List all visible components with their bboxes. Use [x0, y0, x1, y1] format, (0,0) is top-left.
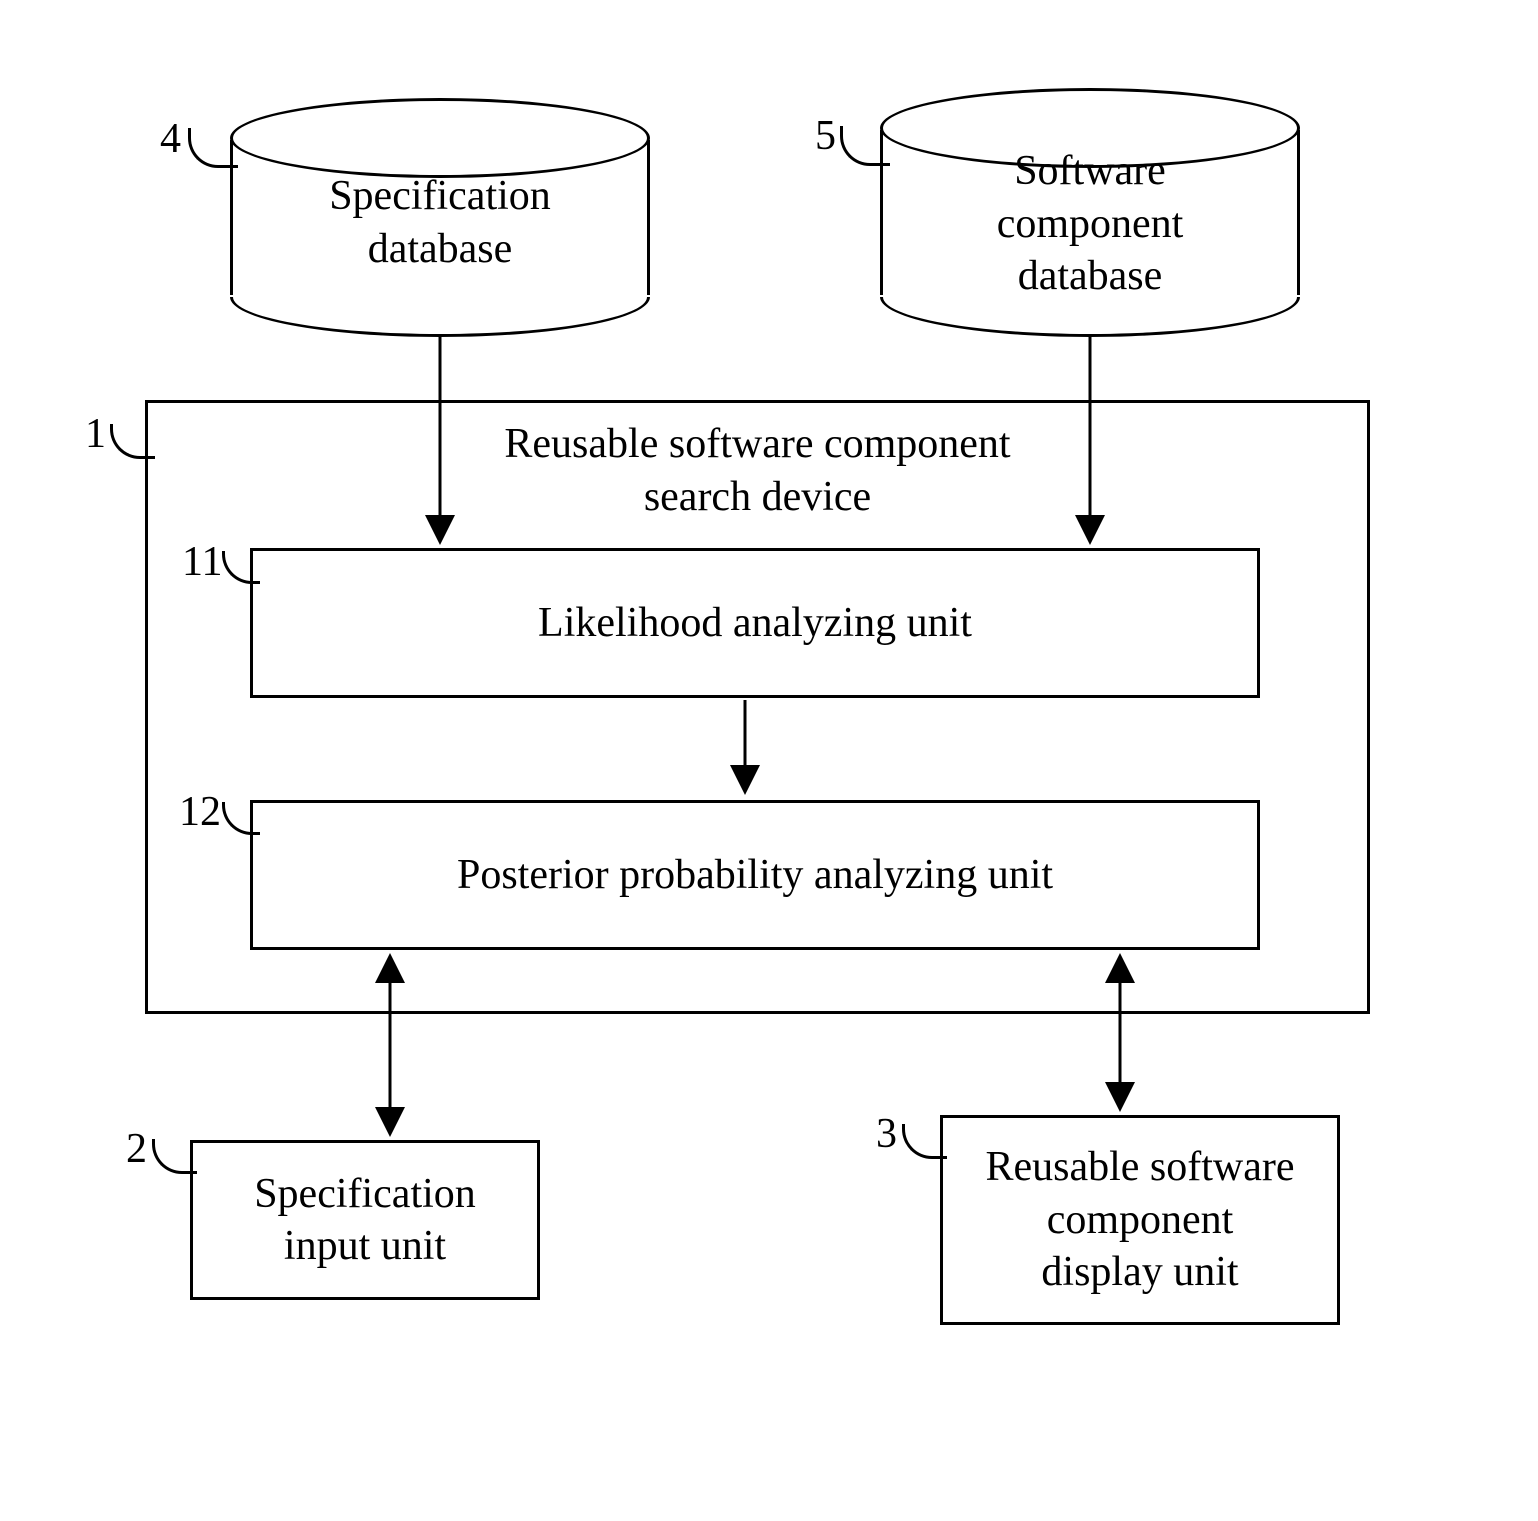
spec-db-label: Specificationdatabase [230, 170, 650, 275]
label-1: 1 [85, 410, 106, 458]
diagram-canvas: Specificationdatabase 4 Softwarecomponen… [120, 80, 1400, 1440]
cylinder-spec-db: Specificationdatabase [230, 100, 650, 335]
cylinder-sw-db: Softwarecomponentdatabase [880, 90, 1300, 335]
sw-db-label: Softwarecomponentdatabase [880, 145, 1300, 303]
